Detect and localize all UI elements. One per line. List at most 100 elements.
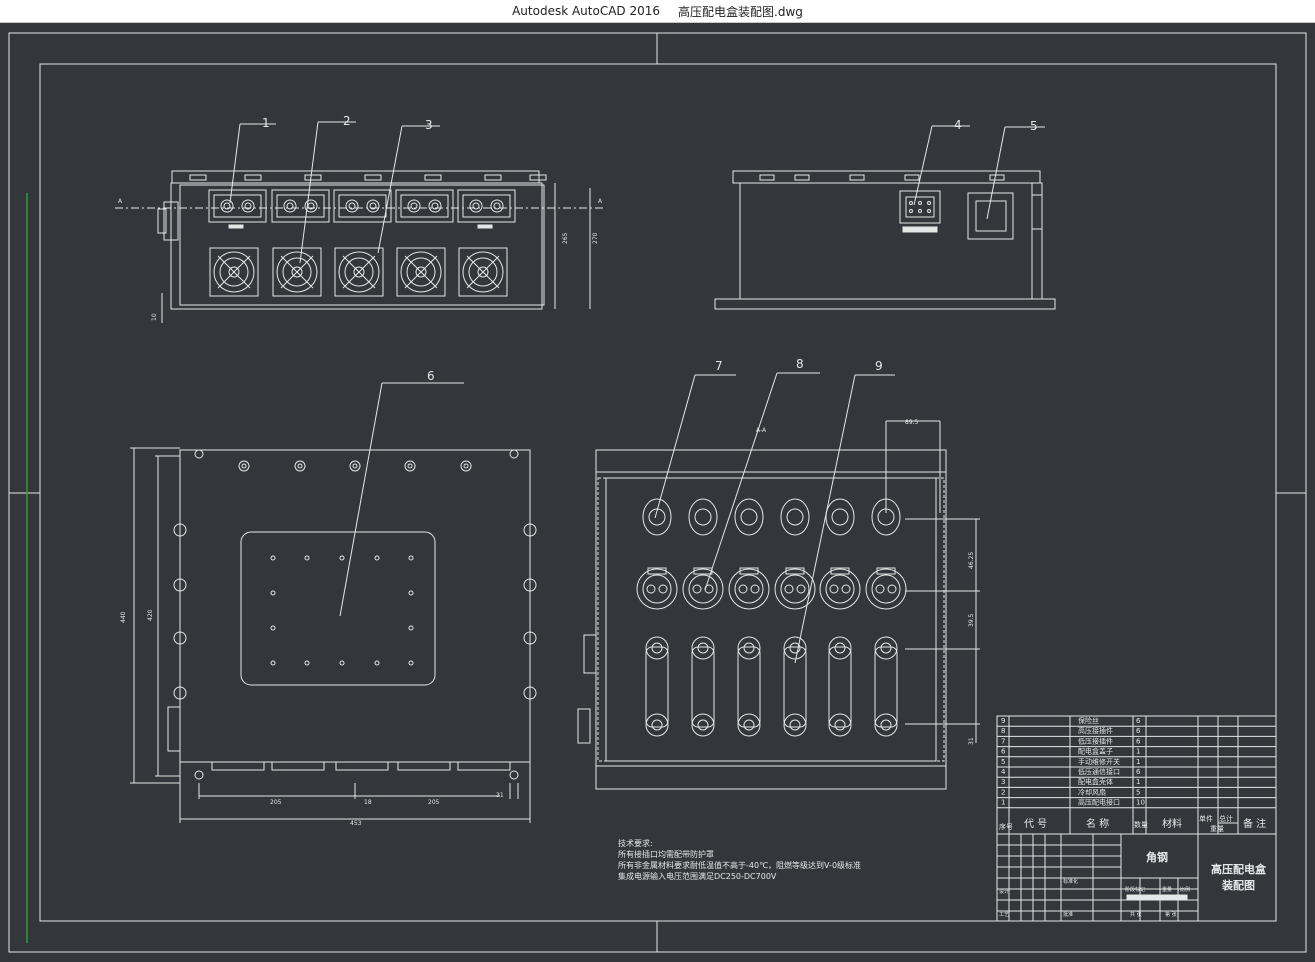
bom-header-seq: 序号 bbox=[999, 822, 1013, 831]
bottom-flange bbox=[271, 761, 325, 771]
lv-connector bbox=[734, 498, 764, 536]
fuse-nut bbox=[880, 719, 892, 731]
bom-header-weight: 重量 bbox=[1210, 825, 1224, 833]
lv-connector bbox=[825, 498, 855, 536]
bom-name: 低压接插件 bbox=[1078, 736, 1113, 745]
hv-pin bbox=[738, 584, 748, 594]
mounting-tab bbox=[759, 174, 775, 181]
dim-plan-height-1: 440 bbox=[120, 611, 127, 623]
bom-header-qty: 数量 bbox=[1134, 820, 1148, 829]
bom-qty: 1 bbox=[1136, 758, 1140, 766]
screw-hole bbox=[304, 555, 310, 561]
section-mark-right: A bbox=[598, 198, 603, 205]
bom-no: 2 bbox=[1001, 788, 1005, 796]
bom-no: 7 bbox=[1001, 737, 1005, 745]
bom-no: 9 bbox=[1001, 717, 1005, 725]
mounting-tab bbox=[189, 174, 207, 181]
title-weight: 重量 bbox=[1162, 886, 1172, 893]
fuse-terminal bbox=[783, 713, 807, 737]
lv-connector-face bbox=[740, 508, 758, 526]
mount-ear-hole bbox=[241, 463, 247, 469]
mount-ear-hole bbox=[297, 463, 303, 469]
bom-name: 高压配电接口 bbox=[1078, 798, 1120, 807]
fuse-nut bbox=[743, 642, 755, 654]
fuse-nut bbox=[697, 719, 709, 731]
bottom-flange bbox=[211, 761, 265, 771]
window-titlebar: Autodesk AutoCAD 2016 高压配电盒装配图.dwg bbox=[0, 0, 1315, 23]
hv-pin bbox=[887, 584, 897, 594]
app-title: Autodesk AutoCAD 2016 bbox=[512, 4, 661, 18]
bom-qty: 5 bbox=[1136, 788, 1140, 796]
screw-hole bbox=[408, 660, 414, 666]
title-process: 工艺 bbox=[999, 912, 1009, 918]
hv-pin bbox=[658, 584, 668, 594]
bom-header-unit: 单件 bbox=[1199, 814, 1213, 823]
mount-ear bbox=[349, 460, 361, 472]
fuse-nut bbox=[743, 719, 755, 731]
section-view bbox=[577, 420, 980, 790]
mount-ear bbox=[238, 460, 250, 472]
title-bar bbox=[1126, 894, 1188, 901]
balloon-3: 3 bbox=[425, 118, 433, 132]
screw-hole bbox=[374, 660, 380, 666]
screw-hole bbox=[339, 555, 345, 561]
connector-pin bbox=[366, 199, 380, 213]
tech-line-3: 集成电源输入电压范围满足DC250-DC700V bbox=[618, 871, 777, 881]
title-design: 设计 bbox=[999, 888, 1009, 895]
file-name: 高压配电盒装配图.dwg bbox=[678, 4, 803, 19]
bom-qty: 6 bbox=[1136, 717, 1141, 725]
bom-no: 3 bbox=[1001, 778, 1005, 786]
fuse-nut bbox=[834, 719, 846, 731]
screw-hole bbox=[374, 555, 380, 561]
fuse-terminal bbox=[691, 713, 715, 737]
mount-ear-hole bbox=[407, 463, 413, 469]
bom-header-material: 材料 bbox=[1162, 817, 1182, 830]
bom-qty: 6 bbox=[1136, 727, 1141, 735]
hv-pin bbox=[646, 584, 656, 594]
connector-pin bbox=[469, 199, 483, 213]
bom-header-code: 代 号 bbox=[1024, 818, 1047, 830]
hv-pin bbox=[829, 584, 839, 594]
bom-header-total: 总计 bbox=[1219, 814, 1233, 823]
hv-pin bbox=[750, 584, 760, 594]
mounting-tab bbox=[304, 174, 322, 181]
connector-pin bbox=[490, 199, 504, 213]
bom-qty: 6 bbox=[1136, 737, 1141, 745]
fuse-nut bbox=[697, 642, 709, 654]
drawing-canvas[interactable]: 265 270 10 A A 440 420 205 18 205 453 31… bbox=[0, 23, 1315, 962]
lv-connector bbox=[642, 498, 672, 536]
connector-pin bbox=[220, 199, 234, 213]
hv-pin bbox=[796, 584, 806, 594]
bom-qty: 1 bbox=[1136, 778, 1140, 786]
hv-pin bbox=[692, 584, 702, 594]
lv-connector-face bbox=[694, 508, 712, 526]
hv-pin bbox=[875, 584, 885, 594]
dim-section-top: 89.5 bbox=[905, 419, 919, 426]
title-block bbox=[996, 833, 1277, 922]
screw-hole bbox=[339, 660, 345, 666]
title-sheets: 共 张 bbox=[1130, 911, 1142, 918]
dim-plan-height-2: 420 bbox=[147, 609, 154, 621]
mounting-tab bbox=[484, 174, 502, 181]
screw-hole bbox=[270, 555, 276, 561]
title-drawing-name-1: 高压配电盒 bbox=[1211, 862, 1267, 876]
bom-no: 8 bbox=[1001, 727, 1005, 735]
leader-line bbox=[986, 126, 1006, 220]
bom-name: 高压接插件 bbox=[1078, 726, 1113, 735]
corner-hole bbox=[194, 449, 204, 459]
dim-front-base: 10 bbox=[151, 313, 158, 321]
bom-name: 保险丝 bbox=[1078, 716, 1099, 725]
front-view bbox=[115, 170, 605, 323]
title-scale: 比例 bbox=[1180, 886, 1190, 893]
tech-line-1: 所有接插口均需配带防护罩 bbox=[618, 849, 714, 859]
corner-hole bbox=[509, 770, 519, 780]
leader-line bbox=[913, 125, 933, 206]
balloon-4: 4 bbox=[954, 118, 962, 132]
hv-pin bbox=[841, 584, 851, 594]
section-mark-left: A bbox=[118, 198, 123, 205]
leader-line bbox=[704, 372, 778, 591]
mount-ear bbox=[460, 460, 472, 472]
balloon-7: 7 bbox=[715, 359, 723, 373]
connector-pin bbox=[407, 199, 421, 213]
fuse-terminal bbox=[874, 713, 898, 737]
